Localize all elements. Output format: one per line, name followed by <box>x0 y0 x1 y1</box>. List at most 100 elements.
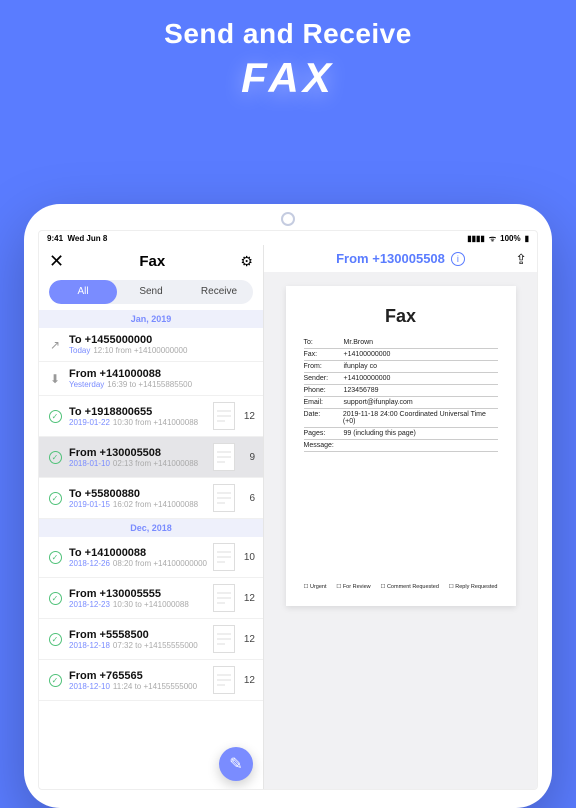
status-icon: ✓ <box>47 449 63 465</box>
doc-checkbox: Comment Requested <box>380 584 438 590</box>
tablet-frame: 9:41 Wed Jun 8 ▮▮▮▮ ᯤ 100% ▮ ✕ Fax ⚙ All… <box>24 204 552 808</box>
doc-field-key: From: <box>304 363 338 370</box>
row-date: 2018-12-18 <box>69 641 110 650</box>
list-item[interactable]: ✓From +7655652018-12-1011:24 to +1415555… <box>39 660 263 701</box>
row-sub: 08:20 from +14100000000 <box>113 559 207 568</box>
section-header: Jan, 2019 <box>39 310 263 328</box>
status-icon: ✓ <box>47 490 63 506</box>
doc-field-key: Message: <box>304 442 338 449</box>
doc-checkbox: Urgent <box>304 584 327 590</box>
list-item[interactable]: ✓ To +1410000882018-12-2608:20 from +1410… <box>39 537 263 578</box>
row-sub: 10:30 to +141000088 <box>113 600 189 609</box>
info-icon[interactable]: i <box>451 252 465 266</box>
seg-all[interactable]: All <box>49 280 117 304</box>
row-title: To +1918800655 <box>69 406 207 418</box>
share-icon[interactable]: ⇪ <box>515 251 527 268</box>
doc-field-value: +14100000000 <box>344 351 391 358</box>
list-item[interactable]: ⬇ From +141000088Yesterday16:39 to +14155… <box>39 362 263 396</box>
row-title: From +765565 <box>69 670 207 682</box>
status-icon: ↗ <box>47 337 63 353</box>
doc-field-value: 99 (including this page) <box>344 430 416 437</box>
compose-button[interactable]: ✎ <box>219 747 253 781</box>
list-item[interactable]: ✓ From +1300055082018-01-1002:13 from +14… <box>39 437 263 478</box>
status-icon: ✓ <box>47 549 63 565</box>
thumbnail-icon <box>213 666 235 694</box>
row-sub: 16:39 to +14155885500 <box>107 380 192 389</box>
row-date: 2019-01-22 <box>69 418 110 427</box>
row-title: From +5558500 <box>69 629 207 641</box>
status-icon: ✓ <box>47 408 63 424</box>
segmented-control[interactable]: All Send Receive <box>49 280 253 304</box>
section-header: Dec, 2018 <box>39 519 263 537</box>
row-sub: 02:13 from +141000088 <box>113 459 198 468</box>
gear-icon[interactable]: ⚙ <box>240 253 253 270</box>
fax-list[interactable]: Jan, 2019 ↗ To +1455000000Today12:10 from … <box>39 310 263 789</box>
list-item[interactable]: ↗ To +1455000000Today12:10 from +14100000… <box>39 328 263 362</box>
seg-send[interactable]: Send <box>117 280 185 304</box>
doc-field-value: support@ifunplay.com <box>344 399 413 406</box>
row-sub: 12:10 from +14100000000 <box>93 346 187 355</box>
status-icon: ✓ <box>47 631 63 647</box>
doc-heading: Fax <box>304 306 498 327</box>
doc-field-value: ifunplay co <box>344 363 377 370</box>
page-count: 12 <box>241 634 255 645</box>
page-count: 12 <box>241 411 255 422</box>
signal-icon: ▮▮▮▮ <box>467 234 485 243</box>
row-date: 2018-01-10 <box>69 459 110 468</box>
wifi-icon: ᯤ <box>489 233 496 244</box>
thumbnail-icon <box>213 543 235 571</box>
row-title: To +55800880 <box>69 488 207 500</box>
battery-icon: ▮ <box>525 234 529 243</box>
page-count: 10 <box>241 552 255 563</box>
thumbnail-icon <box>213 625 235 653</box>
screen: 9:41 Wed Jun 8 ▮▮▮▮ ᯤ 100% ▮ ✕ Fax ⚙ All… <box>38 230 538 790</box>
row-date: 2018-12-10 <box>69 682 110 691</box>
list-item[interactable]: ✓From +55585002018-12-1807:32 to +141555… <box>39 619 263 660</box>
doc-field-key: Fax: <box>304 351 338 358</box>
right-pane: From +130005508 i ⇪ Fax To:Mr.BrownFax:+… <box>264 245 537 789</box>
compose-icon: ✎ <box>229 754 242 774</box>
row-date: Today <box>69 346 90 355</box>
row-title: From +141000088 <box>69 368 255 380</box>
doc-field-key: Sender: <box>304 375 338 382</box>
doc-field-key: Pages: <box>304 430 338 437</box>
page-count: 9 <box>241 452 255 463</box>
row-date: 2018-12-23 <box>69 600 110 609</box>
left-title: Fax <box>139 253 165 270</box>
status-icon: ⬇ <box>47 371 63 387</box>
seg-receive[interactable]: Receive <box>185 280 253 304</box>
row-sub: 16:02 from +141000088 <box>113 500 198 509</box>
doc-field-key: Email: <box>304 399 338 406</box>
thumbnail-icon <box>213 443 235 471</box>
page-count: 12 <box>241 675 255 686</box>
home-button-icon <box>281 212 295 226</box>
doc-field-value: 2019-11-18 24:00 Coordinated Universal T… <box>343 411 498 425</box>
row-sub: 11:24 to +14155555000 <box>113 682 197 691</box>
list-item[interactable]: ✓To +19188006552019-01-2210:30 from +141… <box>39 396 263 437</box>
row-title: To +141000088 <box>69 547 207 559</box>
thumbnail-icon <box>213 584 235 612</box>
thumbnail-icon <box>213 484 235 512</box>
row-date: 2019-01-15 <box>69 500 110 509</box>
hero-line1: Send and Receive <box>0 18 576 50</box>
fax-document[interactable]: Fax To: Mr.Brown Fax: +14100000000 From: ifun… <box>286 286 516 606</box>
doc-checkbox: For Review <box>336 584 370 590</box>
row-date: Yesterday <box>69 380 104 389</box>
row-date: 2018-12-26 <box>69 559 110 568</box>
page-count: 12 <box>241 593 255 604</box>
doc-field-key: To: <box>304 339 338 346</box>
row-title: From +130005508 <box>69 447 207 459</box>
page-count: 6 <box>241 493 255 504</box>
hero-line2: FAX <box>0 54 576 102</box>
list-item[interactable]: ✓ To +558008802019-01-1516:02 from +14100… <box>39 478 263 519</box>
left-pane: ✕ Fax ⚙ All Send Receive Jan, 2019 ↗ To +1… <box>39 245 264 789</box>
close-icon[interactable]: ✕ <box>49 251 64 272</box>
status-time: 9:41 <box>47 234 63 243</box>
row-title: To +1455000000 <box>69 334 255 346</box>
status-bar: 9:41 Wed Jun 8 ▮▮▮▮ ᯤ 100% ▮ <box>39 231 537 245</box>
doc-field-key: Phone: <box>304 387 338 394</box>
status-icon: ✓ <box>47 590 63 606</box>
doc-field-key: Date: <box>304 411 337 425</box>
list-item[interactable]: ✓From +1300055552018-12-2310:30 to +1410… <box>39 578 263 619</box>
doc-field-value: Mr.Brown <box>344 339 374 346</box>
